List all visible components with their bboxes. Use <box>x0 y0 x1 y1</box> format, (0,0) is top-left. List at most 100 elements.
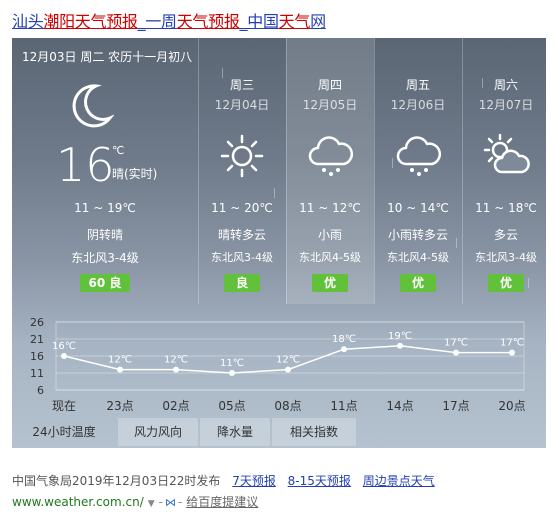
temperature-point <box>173 366 179 373</box>
tab-precipitation[interactable]: 降水量 <box>200 418 270 446</box>
forecast-day-sat[interactable]: 周六 12月07日 11 ~ 18℃ 多云 东北风3-4级 优 <box>462 38 546 304</box>
day-aqi-badge[interactable]: 优 <box>312 274 348 292</box>
tab-wind[interactable]: 风力风向 <box>118 418 198 446</box>
temperature-data-label: 11℃ <box>220 358 244 369</box>
today-temp-range: 11 ~ 19℃ <box>74 201 136 215</box>
rain-cloud-icon <box>396 136 441 176</box>
footer-publish-line: 中国气象局2019年12月03日22时发布 7天预报 8-15天预报 周边景点天… <box>12 472 435 489</box>
day-condition: 小雨 <box>317 228 342 242</box>
feedback-icon: ⋈ <box>165 496 177 509</box>
y-tick-label: 16 <box>30 350 44 363</box>
link-nearby-scenic[interactable]: 周边景点天气 <box>363 474 435 488</box>
today-aqi-badge[interactable]: 60 良 <box>80 274 130 292</box>
day-temp-range: 11 ~ 18℃ <box>475 201 537 215</box>
separator: - <box>178 495 183 509</box>
title-part: 天气 <box>278 12 311 31</box>
separator: - <box>158 495 164 509</box>
tab-24h-temperature[interactable]: 24小时温度 <box>12 418 116 446</box>
hourly-chart-svg: 26 21 16 11 6 16℃ 现在 12℃ 23点 12℃ 02点 11℃ 05点 12℃ 08点 18… <box>30 316 526 413</box>
title-part: 天气 <box>176 12 209 31</box>
temperature-point <box>341 346 347 353</box>
temperature-data-label: 12℃ <box>276 355 300 366</box>
x-tick-label: 08点 <box>274 399 301 413</box>
dropdown-arrow-icon[interactable]: ▼ <box>148 499 155 509</box>
x-tick-label: 14点 <box>386 399 413 413</box>
temperature-point <box>61 353 67 359</box>
y-tick-label: 11 <box>30 367 44 380</box>
sun-icon <box>220 134 264 178</box>
forecast-day-thu[interactable]: 周四 12月05日 11 ~ 12℃ 小雨 东北风4-5级 优 <box>286 38 374 304</box>
x-tick-label: 20点 <box>498 399 525 413</box>
temperature-data-label: 16℃ <box>52 341 76 352</box>
day-wind: 东北风4-5级 <box>387 251 449 264</box>
temperature-data-label: 17℃ <box>444 338 468 349</box>
day-temp-range: 10 ~ 14℃ <box>387 201 449 215</box>
x-tick-label: 02点 <box>162 399 189 413</box>
temperature-data-label: 12℃ <box>164 355 188 366</box>
publish-info: 中国气象局2019年12月03日22时发布 <box>12 474 221 488</box>
temperature-data-label: 12℃ <box>108 355 132 366</box>
day-aqi-badge[interactable]: 良 <box>224 274 260 292</box>
feedback-link[interactable]: 给百度提建议 <box>186 495 258 509</box>
x-tick-label: 05点 <box>218 399 245 413</box>
day-name: 周三 <box>229 78 254 92</box>
y-tick-label: 6 <box>37 384 44 397</box>
today-condition: 阴转晴 <box>86 228 123 242</box>
day-aqi-badge[interactable]: 优 <box>400 274 436 292</box>
day-condition: 小雨转多云 <box>387 228 448 242</box>
x-tick-label: 现在 <box>52 399 76 413</box>
day-wind: 东北风4-5级 <box>299 251 361 264</box>
day-aqi-badge[interactable]: 优 <box>488 274 524 292</box>
day-date: 12月07日 <box>478 98 534 112</box>
day-wind: 东北风3-4级 <box>475 251 537 264</box>
hourly-temperature-chart[interactable]: 26 21 16 11 6 16℃ 现在 12℃ 23点 12℃ 02点 11℃ 05点 12℃ 08点 18… <box>12 314 546 418</box>
temperature-point <box>453 349 459 356</box>
today-wind: 东北风3-4级 <box>71 251 139 265</box>
forecast-day-fri[interactable]: 周五 12月06日 10 ~ 14℃ 小雨转多云 东北风4-5级 优 <box>374 38 462 304</box>
title-part: 网 <box>310 12 326 31</box>
temperature-unit: ℃ <box>112 144 125 157</box>
x-tick-label: 17点 <box>442 399 469 413</box>
day-date: 12月05日 <box>302 98 358 112</box>
link-7-day[interactable]: 7天预报 <box>232 474 276 488</box>
link-8-15-day[interactable]: 8-15天预报 <box>288 474 351 488</box>
forecast-day-wed[interactable]: 周三 12月04日 11 ~ 20℃ 晴转多云 东北风3-4级 良 <box>198 38 286 304</box>
page-title-link[interactable]: 汕头潮阳天气预报_一周天气预报_中国天气网 <box>12 8 326 32</box>
day-name: 周六 <box>493 78 518 92</box>
source-url[interactable]: www.weather.com.cn/ <box>12 495 144 509</box>
day-date: 12月06日 <box>390 98 446 112</box>
day-wind: 东北风3-4级 <box>211 251 273 264</box>
title-part: 汕头 <box>12 12 44 31</box>
x-tick-label: 11点 <box>330 399 357 413</box>
temperature-data-label: 18℃ <box>332 334 356 345</box>
current-date: 12月03日 周二 农历十一月初八 <box>22 50 193 64</box>
y-tick-label: 21 <box>30 333 44 346</box>
day-name: 周五 <box>405 78 430 92</box>
day-temp-range: 11 ~ 20℃ <box>211 201 273 215</box>
temperature-data-label: 17℃ <box>500 338 524 349</box>
rain-cloud-icon <box>308 136 353 176</box>
title-part: _一周 <box>137 12 177 31</box>
temperature-data-label: 19℃ <box>388 331 412 342</box>
moon-icon <box>72 84 114 128</box>
day-temp-range: 11 ~ 12℃ <box>299 201 361 215</box>
current-temperature: 16 <box>56 138 115 192</box>
temperature-point <box>509 349 515 356</box>
chart-tab-bar: 24小时温度 风力风向 降水量 相关指数 <box>12 418 546 446</box>
title-part: 预报 <box>208 12 240 31</box>
temperature-point <box>285 366 291 373</box>
partly-cloudy-icon <box>483 133 530 174</box>
y-tick-label: 26 <box>30 316 44 329</box>
day-date: 12月04日 <box>214 98 270 112</box>
title-part: 预报 <box>106 12 138 31</box>
weather-card[interactable]: 12月03日 周二 农历十一月初八 16 ℃ 晴(实时) 11 ~ 19℃ 阴转… <box>12 38 546 448</box>
x-tick-label: 23点 <box>106 399 133 413</box>
footer-url-line: www.weather.com.cn/▼ - ⋈ - 给百度提建议 <box>12 493 258 510</box>
temperature-point <box>397 342 403 349</box>
temperature-point <box>229 370 235 376</box>
day-condition: 多云 <box>493 228 518 242</box>
day-condition: 晴转多云 <box>217 228 266 242</box>
tab-indices[interactable]: 相关指数 <box>272 418 356 446</box>
title-part: _中国 <box>239 12 279 31</box>
temperature-point <box>117 366 123 373</box>
